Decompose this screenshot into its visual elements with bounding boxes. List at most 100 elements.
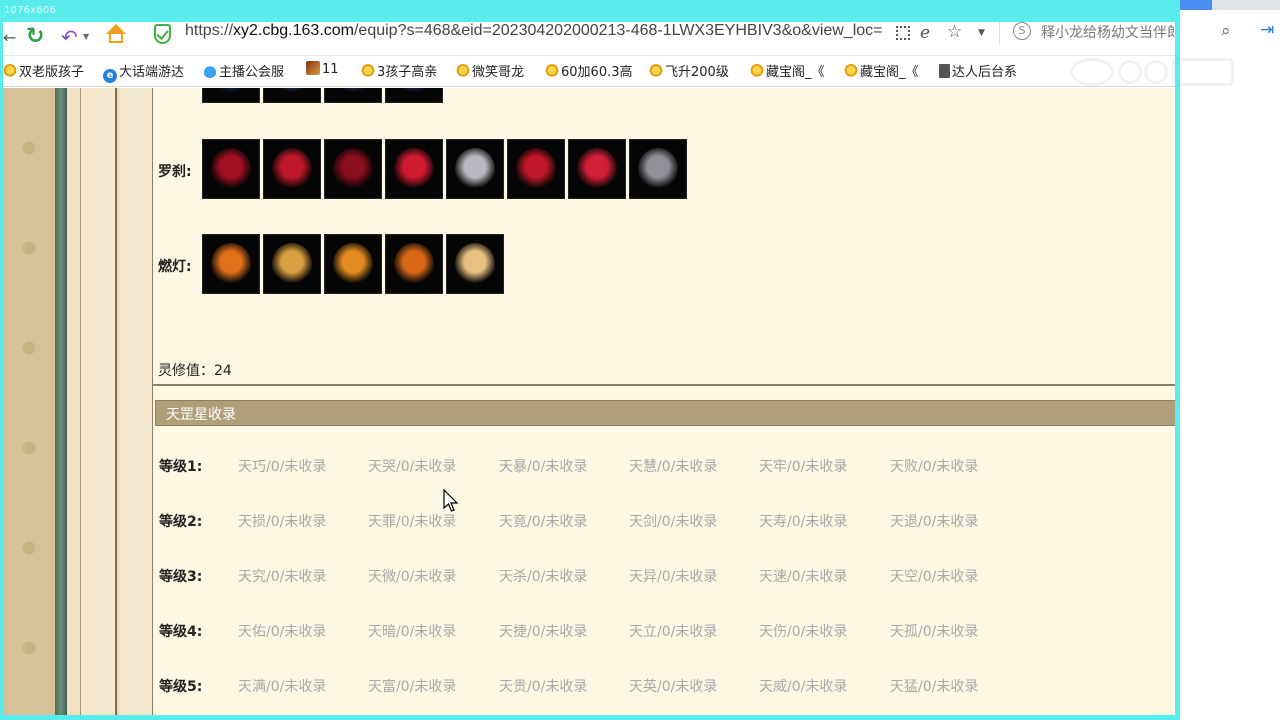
bookmark-item[interactable]: 3孩子高亲 [361,61,437,80]
star-entry[interactable]: 天杀/0/未收录 [499,566,587,586]
equipment-item-icon[interactable] [263,139,321,199]
search-icon[interactable]: ⌕ [1221,21,1231,41]
star-entry[interactable]: 天哭/0/未收录 [368,456,456,476]
undo-close-tab-icon[interactable]: ↶ [61,25,78,49]
star-entry[interactable]: 天暗/0/未收录 [368,621,456,641]
bookmark-item[interactable]: 藏宝阁_《 [844,61,919,80]
star-entry[interactable]: 天暴/0/未收录 [499,456,587,476]
star-entry[interactable]: 天败/0/未收录 [890,456,978,476]
desktop-area: ⌕ ⇥ [1180,0,1280,720]
bookmark-label: 主播公会服 [219,65,285,80]
star-entry[interactable]: 天满/0/未收录 [238,676,326,696]
reload-icon[interactable]: ↻ [26,24,44,49]
qr-code-icon[interactable] [896,26,910,40]
star-entry[interactable]: 天富/0/未收录 [368,676,456,696]
back-icon[interactable]: ← [3,28,16,47]
level-label: 等级3: [159,569,203,585]
star-entry[interactable]: 天空/0/未收录 [890,566,978,586]
equipment-row [202,234,504,294]
level-row: 等级4: 天佑/0/未收录 天暗/0/未收录 天捷/0/未收录 天立/0/未收录 天伤/0… [159,621,1175,643]
equipment-item-icon[interactable] [385,139,443,199]
equipment-item-icon[interactable] [385,88,443,103]
equipment-item-icon[interactable] [568,139,626,199]
search-engine-icon[interactable]: S [1013,22,1031,40]
star-entry[interactable]: 天损/0/未收录 [238,511,326,531]
star-entry[interactable]: 天微/0/未收录 [368,566,456,586]
bookmark-label: 微笑哥龙 [472,65,525,80]
equipment-item-icon[interactable] [263,234,321,294]
star-entry[interactable]: 天猛/0/未收录 [890,676,978,696]
bookmark-item[interactable]: 飞升200级 [649,61,729,80]
bookmark-label: 11 [322,62,339,77]
star-entry[interactable]: 天伤/0/未收录 [759,621,847,641]
bookmark-item[interactable]: 微笑哥龙 [456,61,524,80]
equipment-item-icon[interactable] [324,88,382,103]
equipment-item-icon[interactable] [629,139,687,199]
bookmark-label: 藏宝阁_《 [860,65,919,80]
recording-frame-bottom [0,715,1180,720]
chevron-down-icon[interactable]: ▼ [978,28,985,38]
star-entry[interactable]: 天寿/0/未收录 [759,511,847,531]
url-field[interactable]: https://xy2.cbg.163.com/equip?s=468&eid=… [185,22,891,40]
watermark-logo [1070,55,1240,91]
star-entry[interactable]: 天异/0/未收录 [629,566,717,586]
chevron-down-icon[interactable]: ▼ [83,32,89,41]
desktop-strip [1180,0,1280,10]
equipment-item-icon[interactable] [385,234,443,294]
equipment-item-icon[interactable] [446,139,504,199]
bookmark-label: 飞升200级 [665,65,729,80]
bookmark-item[interactable]: e 大话端游达 [103,61,184,83]
cloud-icon [203,64,217,78]
star-entry[interactable]: 天巧/0/未收录 [238,456,326,476]
star-entry[interactable]: 天捷/0/未收录 [499,621,587,641]
equipment-row-label: 燃灯: [158,259,192,275]
equipment-item-icon[interactable] [202,234,260,294]
secure-shield-icon[interactable] [154,24,171,44]
ie-mode-icon[interactable]: e [920,23,930,43]
bookmark-item[interactable]: 主播公会服 [203,61,284,80]
bookmark-item[interactable]: 11 [306,61,339,77]
star-entry[interactable]: 天剑/0/未收录 [629,511,717,531]
search-input[interactable]: 释小龙给杨幼文当伴郎 [1041,22,1175,42]
level-label: 等级4: [159,624,203,640]
star-entry[interactable]: 天威/0/未收录 [759,676,847,696]
star-entry[interactable]: 天立/0/未收录 [629,621,717,641]
equipment-row-label: 罗刹: [158,164,192,180]
decorative-frame [67,88,81,715]
equipment-item-icon[interactable] [324,234,382,294]
equipment-item-icon[interactable] [202,139,260,199]
star-entry[interactable]: 天孤/0/未收录 [890,621,978,641]
star-entry[interactable]: 天退/0/未收录 [890,511,978,531]
star-entry[interactable]: 天速/0/未收录 [759,566,847,586]
bookmark-item[interactable]: 双老版孩子 [3,61,84,80]
star-entry[interactable]: 天竟/0/未收录 [499,511,587,531]
star-entry[interactable]: 天罪/0/未收录 [368,511,456,531]
star-entry[interactable]: 天英/0/未收录 [629,676,717,696]
star-entry[interactable]: 天佑/0/未收录 [238,621,326,641]
home-icon[interactable] [106,24,126,46]
doc-icon [939,64,950,78]
bookmark-item[interactable]: 达人后台系 [939,61,1017,80]
desktop-strip-accent [1180,0,1212,10]
equipment-item-icon[interactable] [202,88,260,103]
bookmark-item[interactable]: 60加60.3高 [545,61,633,80]
level-label: 等级1: [159,459,203,475]
star-entry[interactable]: 天牢/0/未收录 [759,456,847,476]
level-row: 等级2: 天损/0/未收录 天罪/0/未收录 天竟/0/未收录 天剑/0/未收录 天寿/0… [159,511,1175,533]
favorite-star-icon[interactable]: ☆ [947,22,962,42]
equipment-row [202,88,443,103]
bookmark-item[interactable]: 藏宝阁_《 [750,61,825,80]
star-entry[interactable]: 天究/0/未收录 [238,566,326,586]
divider [999,22,1000,44]
equipment-item-icon[interactable] [507,139,565,199]
equipment-item-icon[interactable] [324,139,382,199]
equipment-item-icon[interactable] [446,234,504,294]
equipment-item-icon[interactable] [263,88,321,103]
exit-icon[interactable]: ⇥ [1260,20,1274,40]
decorative-strip [55,88,67,715]
star-entry[interactable]: 天慧/0/未收录 [629,456,717,476]
star-icon [456,64,470,78]
equipment-row [202,139,687,199]
star-icon [545,64,559,78]
star-entry[interactable]: 天贵/0/未收录 [499,676,587,696]
